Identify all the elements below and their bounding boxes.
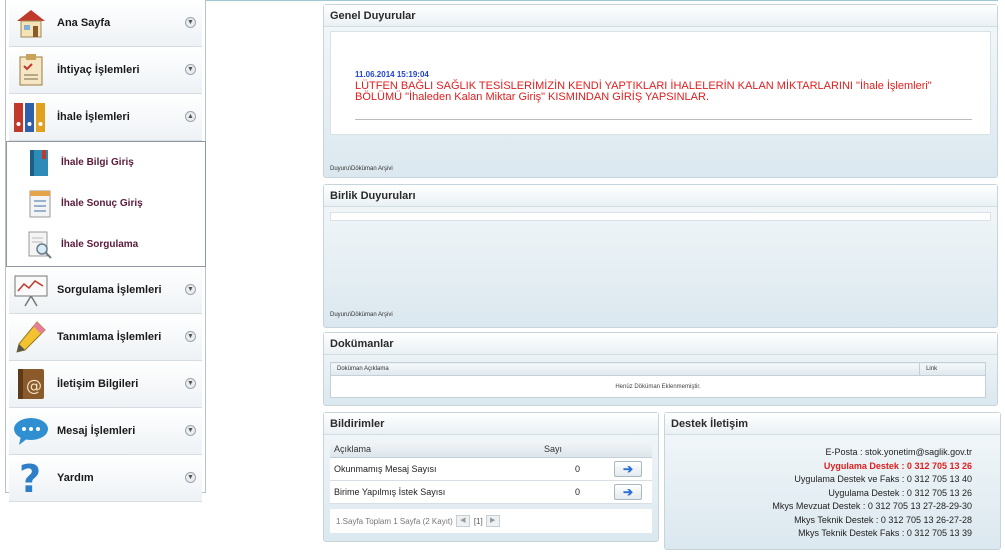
panel-title: Genel Duyurular [324, 5, 997, 27]
archive-link[interactable]: Duyuru\Döküman Arşivi [330, 166, 393, 172]
row-label: Birime Yapılmış İstek Sayısı [330, 480, 540, 504]
sidebar-item-label: Tanımlama İşlemleri [57, 331, 162, 343]
panel-title: Birlik Duyuruları [324, 185, 997, 207]
arrow-right-button[interactable]: ➔ [614, 460, 642, 477]
book-icon [27, 148, 53, 178]
chevron-down-icon[interactable]: ▼ [185, 472, 196, 483]
sidebar-item-label: Yardım [57, 472, 94, 484]
form-document-icon [27, 189, 53, 219]
sidebar-item-label: Sorgulama İşlemleri [57, 284, 162, 296]
sidebar-item-label: İhale İşlemleri [57, 111, 130, 123]
empty-message: Henüz Döküman Eklenmemiştir. [330, 375, 986, 398]
address-book-icon: @ [13, 366, 49, 402]
divider [355, 119, 972, 120]
panel-title: Dokümanlar [324, 333, 997, 355]
prev-page-button[interactable]: ◀ [455, 515, 470, 527]
submenu-item-label: İhale Bilgi Giriş [61, 157, 134, 168]
support-primary-phone: Uygulama Destek : 0 312 705 13 26 [823, 460, 972, 471]
column-header-description: Doküman Açıklama [329, 362, 921, 376]
announcement-message: LÜTFEN BAĞLI SAĞLIK TESİSLERİMİZİN KENDİ… [355, 80, 932, 103]
next-page-button[interactable]: ▶ [485, 515, 500, 527]
column-header-description: Açıklama [330, 441, 540, 458]
chevron-down-icon[interactable]: ▼ [185, 331, 196, 342]
pencil-icon [13, 319, 49, 355]
sidebar-item-tanimlama[interactable]: Tanımlama İşlemleri ▼ [9, 314, 202, 361]
svg-text:?: ? [19, 460, 41, 496]
ihale-submenu: İhale Bilgi Giriş İhale Sonuç Giriş İhal… [6, 141, 206, 267]
genel-duyurular-panel: Genel Duyurular 11.06.2014 15:19:04 LÜTF… [323, 4, 998, 178]
chevron-down-icon[interactable]: ▼ [185, 378, 196, 389]
support-email: E-Posta : stok.yonetim@saglik.gov.tr [825, 447, 972, 457]
sidebar-item-ihale[interactable]: İhale İşlemleri ▲ [9, 94, 202, 141]
bildirimler-panel: Bildirimler Açıklama Sayı Okunmamış Mesa… [323, 412, 659, 542]
dokumanlar-panel: Dokümanlar Doküman Açıklama Link Henüz D… [323, 332, 998, 406]
top-border-line [206, 0, 998, 1]
sidebar-item-label: İhtiyaç İşlemleri [57, 64, 140, 76]
chevron-up-icon[interactable]: ▲ [185, 111, 196, 122]
binders-icon [13, 99, 49, 135]
chat-bubble-icon [13, 413, 49, 449]
sidebar-item-label: Ana Sayfa [57, 17, 111, 29]
sidebar-item-ana-sayfa[interactable]: Ana Sayfa ▼ [9, 0, 202, 47]
question-icon: ? [13, 460, 49, 496]
sidebar-item-mesaj[interactable]: Mesaj İşlemleri ▼ [9, 408, 202, 455]
chevron-down-icon[interactable]: ▼ [185, 284, 196, 295]
documents-table: Doküman Açıklama Link Henüz Döküman Ekle… [329, 362, 986, 398]
column-header-count: Sayı [540, 441, 610, 458]
sidebar-item-label: Mesaj İşlemleri [57, 425, 136, 437]
sidebar-item-iletisim[interactable]: @ İletişim Bilgileri ▼ [9, 361, 202, 408]
panel-title: Destek İletişim [665, 413, 1000, 435]
house-icon [13, 5, 49, 41]
support-line: Mkys Teknik Destek : 0 312 705 13 26-27-… [794, 514, 972, 525]
chevron-down-icon[interactable]: ▼ [185, 17, 196, 28]
destek-iletisim-panel: Destek İletişim E-Posta : stok.yonetim@s… [664, 412, 1001, 550]
notifications-table: Açıklama Sayı Okunmamış Mesaj Sayısı 0 ➔… [330, 441, 652, 504]
sidebar-item-sorgulama[interactable]: Sorgulama İşlemleri ▼ [9, 267, 202, 314]
sidebar: Ana Sayfa ▼ İhtiyaç İşlemleri ▼ İhale İş… [5, 0, 206, 502]
chart-easel-icon [13, 272, 49, 308]
column-header-action [610, 441, 652, 458]
pager: 1.Sayfa Toplam 1 Sayfa (2 Kayıt) ◀ [1] ▶ [330, 509, 652, 533]
announcement-box [330, 212, 991, 221]
chevron-down-icon[interactable]: ▼ [185, 425, 196, 436]
support-contact-list: E-Posta : stok.yonetim@saglik.gov.tr Uyg… [772, 446, 972, 541]
row-count: 0 [540, 480, 610, 504]
sidebar-item-ihtiyac[interactable]: İhtiyaç İşlemleri ▼ [9, 47, 202, 94]
row-count: 0 [540, 457, 610, 481]
announcement-date: 11.06.2014 15:19:04 [355, 70, 429, 79]
chevron-down-icon[interactable]: ▼ [185, 64, 196, 75]
submenu-item-ihale-bilgi-giris[interactable]: İhale Bilgi Giriş [7, 142, 205, 183]
submenu-item-ihale-sonuc-giris[interactable]: İhale Sonuç Giriş [7, 183, 205, 224]
search-document-icon [27, 230, 53, 260]
page-number[interactable]: [1] [474, 517, 483, 526]
support-line: Uygulama Destek ve Faks : 0 312 705 13 4… [794, 474, 972, 484]
support-line: Mkys Teknik Destek Faks : 0 312 705 13 3… [798, 528, 972, 538]
clipboard-icon [13, 52, 49, 88]
table-row: Okunmamış Mesaj Sayısı 0 ➔ [330, 457, 652, 481]
archive-link[interactable]: Duyuru\Döküman Arşivi [330, 312, 393, 318]
sidebar-item-label: İletişim Bilgileri [57, 378, 139, 390]
support-line: Mkys Mevzuat Destek : 0 312 705 13 27-28… [772, 501, 972, 511]
submenu-item-label: İhale Sonuç Giriş [61, 198, 143, 209]
column-header-link: Link [919, 362, 986, 376]
arrow-right-button[interactable]: ➔ [614, 483, 642, 500]
pager-text: 1.Sayfa Toplam 1 Sayfa (2 Kayıt) [336, 516, 453, 526]
submenu-item-label: İhale Sorgulama [61, 239, 139, 250]
support-line: Uygulama Destek : 0 312 705 13 26 [828, 487, 972, 498]
svg-text:@: @ [26, 376, 42, 395]
row-label: Okunmamış Mesaj Sayısı [330, 457, 540, 481]
birlik-duyurulari-panel: Birlik Duyuruları Duyuru\Döküman Arşivi [323, 184, 998, 328]
panel-title: Bildirimler [324, 413, 658, 435]
announcement-box: 11.06.2014 15:19:04 LÜTFEN BAĞLI SAĞLIK … [330, 31, 991, 135]
submenu-item-ihale-sorgulama[interactable]: İhale Sorgulama [7, 224, 205, 265]
sidebar-item-yardim[interactable]: ? Yardım ▼ [9, 455, 202, 502]
table-row: Birime Yapılmış İstek Sayısı 0 ➔ [330, 480, 652, 504]
